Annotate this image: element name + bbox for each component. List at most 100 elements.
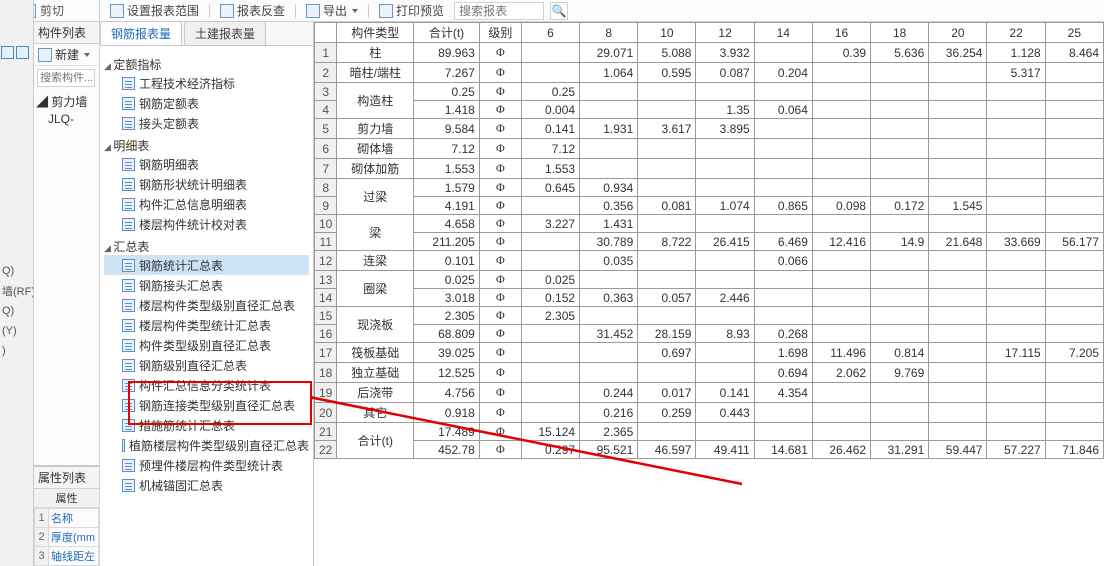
tree-leaf[interactable]: 构件汇总信息明细表 <box>104 194 309 214</box>
tree-leaf[interactable]: 接头定额表 <box>104 113 309 133</box>
cell-value <box>696 251 754 271</box>
cell-level: Φ <box>479 159 521 179</box>
prop-name[interactable]: 厚度(mm <box>49 528 99 547</box>
prop-name[interactable]: 轴线距左 <box>49 547 99 566</box>
row-number[interactable]: 1 <box>315 43 337 63</box>
row-number[interactable]: 11 <box>315 233 337 251</box>
tree-leaf[interactable]: 预埋件楼层构件类型统计表 <box>104 455 309 475</box>
tree-group[interactable]: 汇总表 <box>104 238 309 255</box>
search-report-input[interactable] <box>454 2 544 20</box>
tree-leaf[interactable]: 钢筋统计汇总表 <box>104 255 309 275</box>
property-list-title: 属性列表 <box>38 469 86 486</box>
tab-civil-report[interactable]: 土建报表量 <box>184 21 266 45</box>
sliver-item[interactable] <box>0 181 33 201</box>
search-go-button[interactable]: 🔍 <box>550 2 568 20</box>
cell-value: 12.416 <box>812 233 870 251</box>
tree-leaf[interactable]: 构件汇总信息分类统计表 <box>104 375 309 395</box>
prop-name[interactable]: 名称 <box>49 509 99 528</box>
row-number[interactable]: 2 <box>315 63 337 83</box>
tree-leaf[interactable]: 钢筋接头汇总表 <box>104 275 309 295</box>
tree-leaf[interactable]: 钢筋级别直径汇总表 <box>104 355 309 375</box>
export-button[interactable]: 导出 <box>302 2 362 19</box>
row-number[interactable]: 8 <box>315 179 337 197</box>
cell-value <box>580 343 638 363</box>
print-preview-button[interactable]: 打印预览 <box>375 2 448 19</box>
tree-group[interactable]: 定额指标 <box>104 56 309 73</box>
column-header[interactable]: 20 <box>929 23 987 43</box>
cell-value <box>812 215 870 233</box>
tree-leaf[interactable]: 楼层构件类型级别直径汇总表 <box>104 295 309 315</box>
tree-leaf[interactable]: 构件类型级别直径汇总表 <box>104 335 309 355</box>
sliver-item[interactable]: ) <box>0 341 33 361</box>
sliver-item[interactable]: Q) <box>0 261 33 281</box>
cell-value <box>871 307 929 325</box>
row-number[interactable]: 14 <box>315 289 337 307</box>
cell-value <box>754 179 812 197</box>
row-number[interactable]: 15 <box>315 307 337 325</box>
column-header[interactable]: 12 <box>696 23 754 43</box>
row-number[interactable]: 10 <box>315 215 337 233</box>
row-number[interactable]: 9 <box>315 197 337 215</box>
column-header[interactable]: 8 <box>580 23 638 43</box>
row-number[interactable]: 4 <box>315 101 337 119</box>
cell-value: 0.356 <box>580 197 638 215</box>
column-header[interactable]: 级别 <box>479 23 521 43</box>
set-report-range-button[interactable]: 设置报表范围 <box>106 2 203 19</box>
tree-leaf[interactable]: 钢筋形状统计明细表 <box>104 174 309 194</box>
row-number[interactable]: 13 <box>315 271 337 289</box>
column-header[interactable]: 25 <box>1045 23 1103 43</box>
tree-leaf[interactable]: 楼层构件类型统计汇总表 <box>104 315 309 335</box>
row-number[interactable]: 22 <box>315 441 337 459</box>
row-number[interactable]: 7 <box>315 159 337 179</box>
sliver-item[interactable]: Q) <box>0 301 33 321</box>
column-header[interactable]: 16 <box>812 23 870 43</box>
row-number[interactable]: 12 <box>315 251 337 271</box>
sliver-item[interactable]: (Y) <box>0 321 33 341</box>
tree-leaf[interactable]: 措施筋统计汇总表 <box>104 415 309 435</box>
data-grid-container[interactable]: 构件类型合计(t)级别6810121416182022251柱89.963Φ29… <box>314 22 1104 566</box>
cell-sum: 1.553 <box>414 159 480 179</box>
sliver-item[interactable]: 墙(RF) <box>0 281 33 301</box>
column-header[interactable]: 18 <box>871 23 929 43</box>
sliver-item[interactable] <box>0 201 33 221</box>
column-header[interactable]: 22 <box>987 23 1045 43</box>
row-number[interactable]: 17 <box>315 343 337 363</box>
tree-group[interactable]: 明细表 <box>104 137 309 154</box>
tree-leaf[interactable]: 机械锚固汇总表 <box>104 475 309 495</box>
component-tree-node[interactable]: ◢ 剪力墙 <box>36 92 97 110</box>
tree-leaf[interactable]: 工程技术经济指标 <box>104 73 309 93</box>
tree-leaf[interactable]: 钢筋连接类型级别直径汇总表 <box>104 395 309 415</box>
report-backcheck-button[interactable]: 报表反查 <box>216 2 289 19</box>
tree-leaf[interactable]: 钢筋明细表 <box>104 154 309 174</box>
tree-leaf[interactable]: 植筋楼层构件类型级别直径汇总表 <box>104 435 309 455</box>
sliver-item[interactable] <box>0 241 33 261</box>
component-tree-node[interactable]: JLQ- <box>36 110 97 128</box>
cut-label[interactable]: 剪切 <box>40 2 64 19</box>
row-number[interactable]: 3 <box>315 83 337 101</box>
tree-leaf[interactable]: 楼层构件统计校对表 <box>104 214 309 234</box>
column-header[interactable]: 14 <box>754 23 812 43</box>
tab-rebar-report[interactable]: 钢筋报表量 <box>100 21 182 45</box>
row-number[interactable]: 20 <box>315 403 337 423</box>
search-component-input[interactable] <box>37 69 95 87</box>
cell-value <box>696 83 754 101</box>
column-header[interactable]: 合计(t) <box>414 23 480 43</box>
cell-value: 8.464 <box>1045 43 1103 63</box>
new-component-button[interactable]: 新建 <box>34 44 99 66</box>
cell-value <box>871 101 929 119</box>
row-number[interactable]: 18 <box>315 363 337 383</box>
row-number[interactable]: 21 <box>315 423 337 441</box>
column-header[interactable]: 构件类型 <box>337 23 414 43</box>
row-number[interactable]: 19 <box>315 383 337 403</box>
cell-sum: 4.658 <box>414 215 480 233</box>
row-number[interactable]: 6 <box>315 139 337 159</box>
column-header[interactable]: 6 <box>521 23 579 43</box>
row-number[interactable]: 16 <box>315 325 337 343</box>
cell-value <box>987 403 1045 423</box>
view-icon-1[interactable] <box>1 46 14 59</box>
column-header[interactable]: 10 <box>638 23 696 43</box>
sliver-item[interactable] <box>0 221 33 241</box>
row-number[interactable]: 5 <box>315 119 337 139</box>
view-icon-2[interactable] <box>16 46 29 59</box>
tree-leaf[interactable]: 钢筋定额表 <box>104 93 309 113</box>
